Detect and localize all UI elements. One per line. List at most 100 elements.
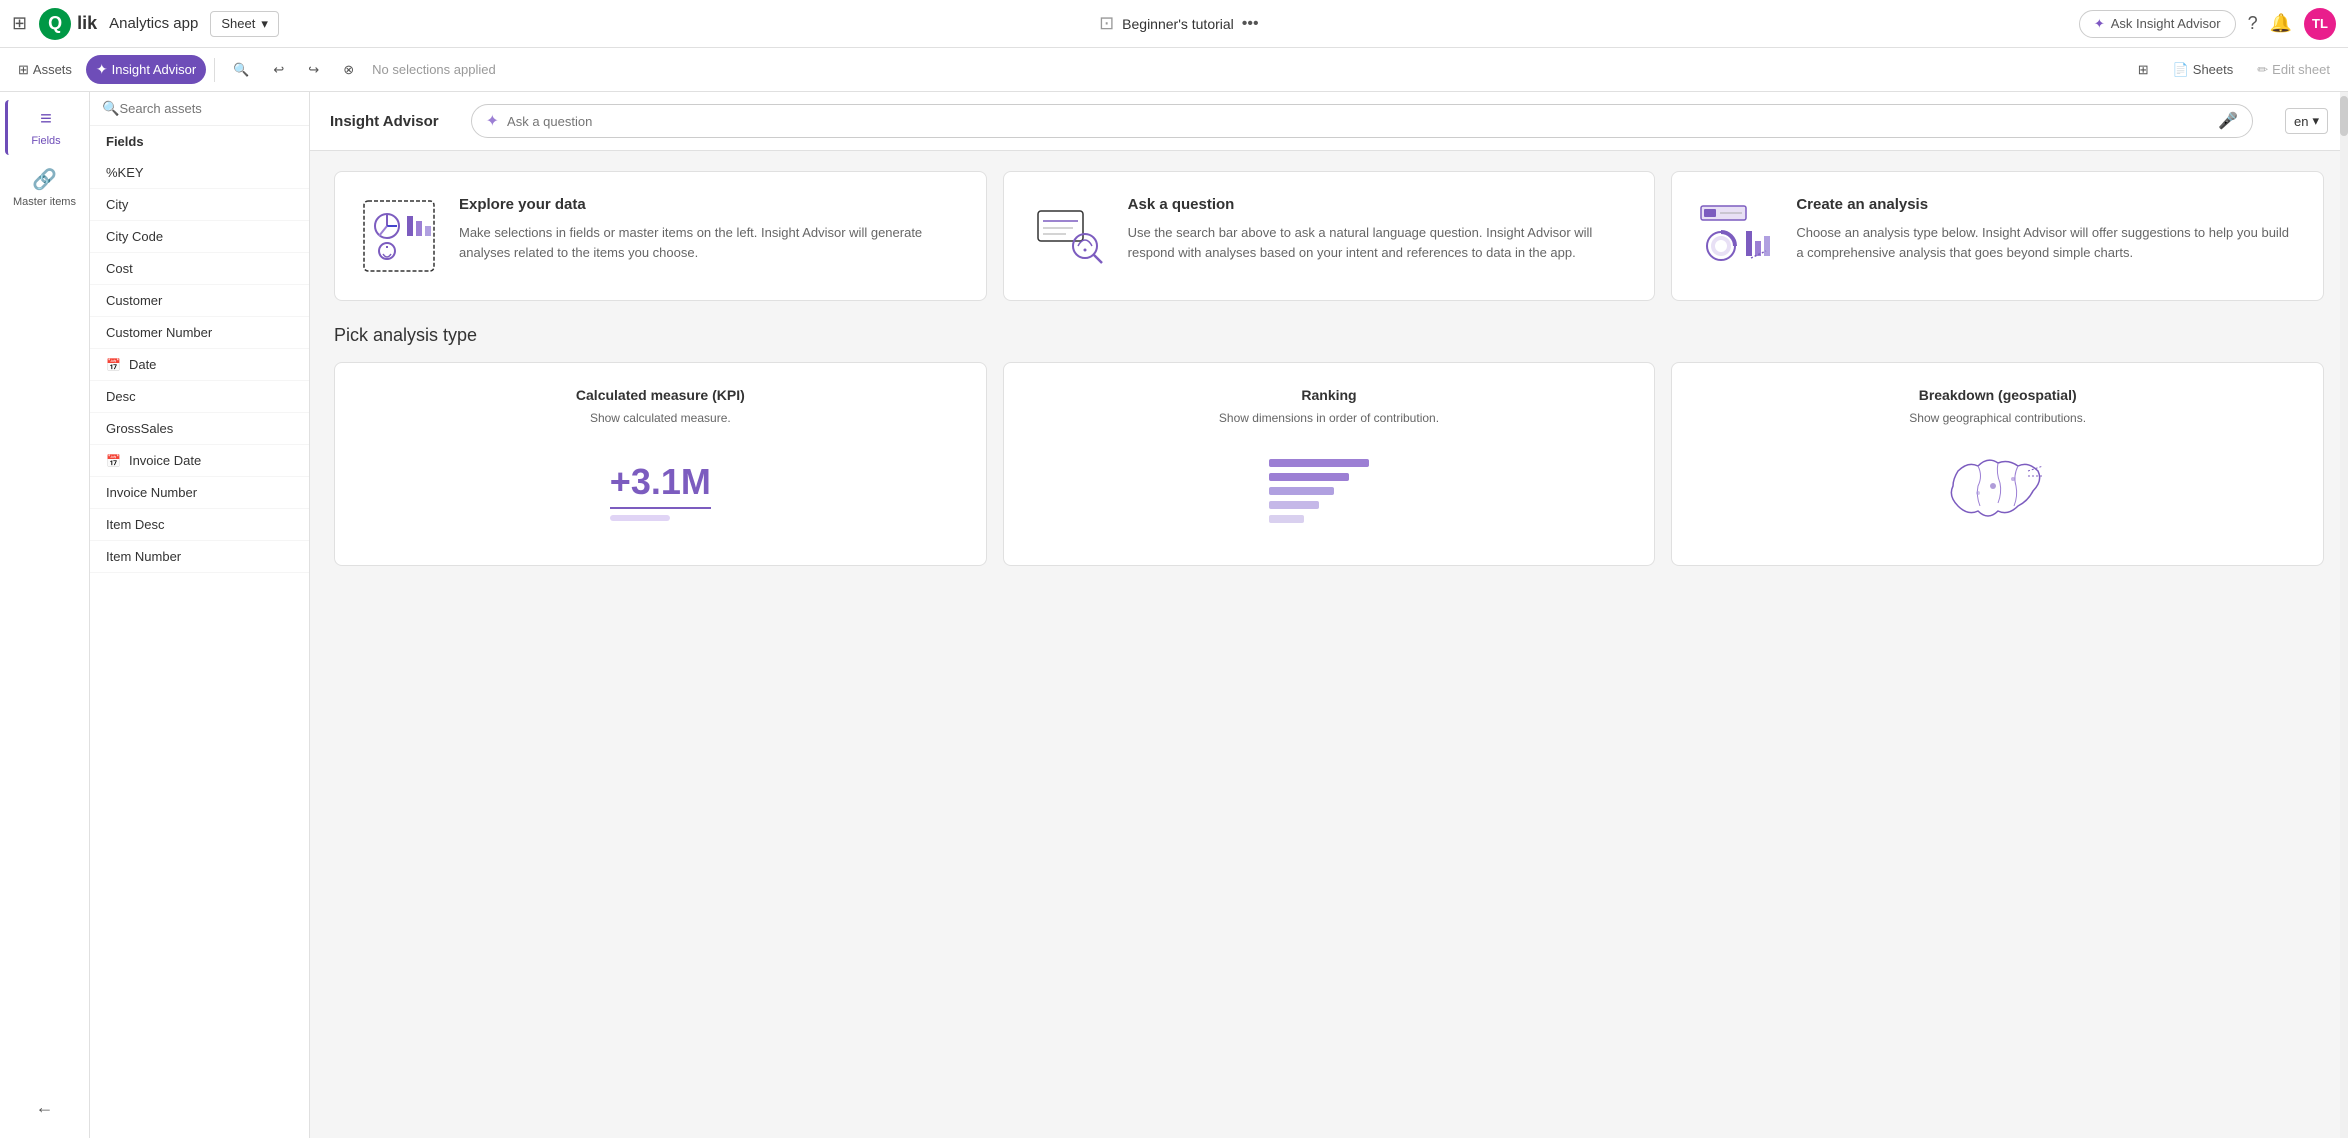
ask-insight-label: Ask Insight Advisor: [2111, 16, 2221, 31]
card-icon-0: [359, 196, 439, 276]
fields-section-label: Fields: [90, 126, 309, 157]
analysis-card[interactable]: Ranking Show dimensions in order of cont…: [1003, 362, 1656, 566]
back-button[interactable]: ↩: [263, 56, 294, 84]
avatar[interactable]: TL: [2304, 8, 2336, 40]
grid-view-button[interactable]: ⊞: [2128, 56, 2159, 84]
field-name: Item Desc: [106, 517, 165, 532]
ia-header: Insight Advisor ✦ 🎤 en ▾: [310, 92, 2348, 151]
scrollbar-thumb[interactable]: [2340, 96, 2348, 136]
field-item[interactable]: Item Desc: [90, 509, 309, 541]
assets-button[interactable]: ⊞ Assets: [8, 56, 82, 84]
rank-bar-row-2: [1269, 473, 1389, 481]
info-card: Ask a question Use the search bar above …: [1003, 171, 1656, 301]
analysis-type-name-2: Breakdown (geospatial): [1919, 387, 2077, 403]
edit-sheet-button[interactable]: ✏ Edit sheet: [2247, 56, 2340, 84]
help-icon[interactable]: ?: [2248, 13, 2258, 34]
field-item[interactable]: Invoice Number: [90, 477, 309, 509]
ask-insight-advisor-button[interactable]: ✦ Ask Insight Advisor: [2079, 10, 2236, 38]
left-panel: ≡ Fields 🔗 Master items ←: [0, 92, 90, 1138]
center-area: ⊡ Beginner's tutorial •••: [291, 13, 2067, 34]
scrollbar-track[interactable]: [2340, 92, 2348, 1138]
fields-label: Fields: [31, 135, 60, 147]
info-card: Explore your data Make selections in fie…: [334, 171, 987, 301]
field-name: City Code: [106, 229, 163, 244]
insight-advisor-button[interactable]: ✦ Insight Advisor: [86, 55, 206, 84]
rank-bar-row-4: [1269, 501, 1389, 509]
ranking-preview: [1028, 441, 1631, 541]
forward-button[interactable]: ↪: [298, 56, 329, 84]
sheet-dropdown-label: Sheet: [221, 16, 255, 31]
analysis-grid: Calculated measure (KPI) Show calculated…: [334, 362, 2324, 566]
left-panel-master-items[interactable]: 🔗 Master items: [5, 159, 85, 216]
clear-button[interactable]: ⊗: [333, 56, 364, 84]
fields-icon: ≡: [40, 108, 52, 131]
toolbar-right: ⊞ 📄 Sheets ✏ Edit sheet: [2128, 56, 2340, 84]
ask-question-input[interactable]: [507, 114, 2218, 129]
sheet-dropdown[interactable]: Sheet ▾: [210, 11, 279, 37]
analysis-card[interactable]: Calculated measure (KPI) Show calculated…: [334, 362, 987, 566]
qlik-q: Q: [39, 8, 71, 40]
edit-icon: ✏: [2257, 62, 2268, 78]
grid-icon[interactable]: ⊞: [12, 13, 27, 34]
app-title: Analytics app: [109, 15, 198, 32]
field-item[interactable]: %KEY: [90, 157, 309, 189]
field-item[interactable]: City: [90, 189, 309, 221]
sheets-label: Sheets: [2193, 62, 2233, 77]
side-panel: 🔍 Fields %KEY City City Code Cost Customer Cu…: [90, 92, 310, 1138]
qlik-logo: Q lik: [39, 8, 97, 40]
microphone-icon[interactable]: 🎤: [2218, 111, 2238, 131]
field-name: City: [106, 197, 128, 212]
card-text-2: Create an analysis Choose an analysis ty…: [1796, 196, 2299, 262]
qlik-wordmark: lik: [77, 13, 97, 34]
rank-bar-3: [1269, 487, 1334, 495]
rank-bars: [1269, 459, 1389, 523]
no-selections-label: No selections applied: [372, 62, 496, 77]
ask-bar: ✦ 🎤: [471, 104, 2253, 138]
field-name: Date: [129, 357, 156, 372]
pick-analysis-title: Pick analysis type: [334, 325, 2324, 346]
field-item[interactable]: City Code: [90, 221, 309, 253]
field-item[interactable]: Customer: [90, 285, 309, 317]
assets-icon: ⊞: [18, 62, 29, 78]
tutorial-icon: ⊡: [1099, 13, 1114, 34]
field-name: Customer: [106, 293, 162, 308]
content-area: Explore your data Make selections in fie…: [310, 151, 2348, 1138]
field-item[interactable]: GrossSales: [90, 413, 309, 445]
card-text-1: Ask a question Use the search bar above …: [1128, 196, 1631, 262]
language-dropdown[interactable]: en ▾: [2285, 108, 2328, 134]
field-name: GrossSales: [106, 421, 173, 436]
sparkle-icon-bar: ✦: [486, 111, 499, 131]
kpi-bar: [610, 515, 670, 521]
bell-icon[interactable]: 🔔: [2270, 13, 2292, 34]
card-title-0: Explore your data: [459, 196, 962, 213]
field-item[interactable]: Item Number: [90, 541, 309, 573]
card-text-0: Explore your data Make selections in fie…: [459, 196, 962, 262]
collapse-button[interactable]: ←: [28, 1089, 62, 1126]
search-button[interactable]: 🔍: [223, 56, 259, 84]
field-name: Invoice Date: [129, 453, 201, 468]
sheets-icon: 📄: [2173, 62, 2189, 78]
master-items-label: Master items: [13, 196, 76, 208]
search-icon-side: 🔍: [102, 100, 119, 117]
field-name: Item Number: [106, 549, 181, 564]
field-item[interactable]: Desc: [90, 381, 309, 413]
field-item[interactable]: Cost: [90, 253, 309, 285]
left-panel-fields[interactable]: ≡ Fields: [5, 100, 85, 155]
toolbar-separator: [214, 58, 215, 82]
info-cards-row: Explore your data Make selections in fie…: [334, 171, 2324, 301]
more-icon[interactable]: •••: [1242, 15, 1259, 33]
analysis-card[interactable]: Breakdown (geospatial) Show geographical…: [1671, 362, 2324, 566]
forward-icon: ↪: [308, 62, 319, 78]
master-items-icon: 🔗: [32, 167, 57, 192]
analysis-section: Pick analysis type Calculated measure (K…: [334, 325, 2324, 566]
rank-bar-1: [1269, 459, 1369, 467]
field-item[interactable]: Customer Number: [90, 317, 309, 349]
search-assets-input[interactable]: [119, 101, 297, 116]
field-item[interactable]: 📅Invoice Date: [90, 445, 309, 477]
sheets-button[interactable]: 📄 Sheets: [2163, 56, 2244, 84]
lang-label: en: [2294, 114, 2308, 129]
analysis-type-desc-2: Show geographical contributions.: [1909, 411, 2086, 425]
search-assets-container: 🔍: [90, 92, 309, 126]
tutorial-label: Beginner's tutorial: [1122, 16, 1234, 32]
field-item[interactable]: 📅Date: [90, 349, 309, 381]
